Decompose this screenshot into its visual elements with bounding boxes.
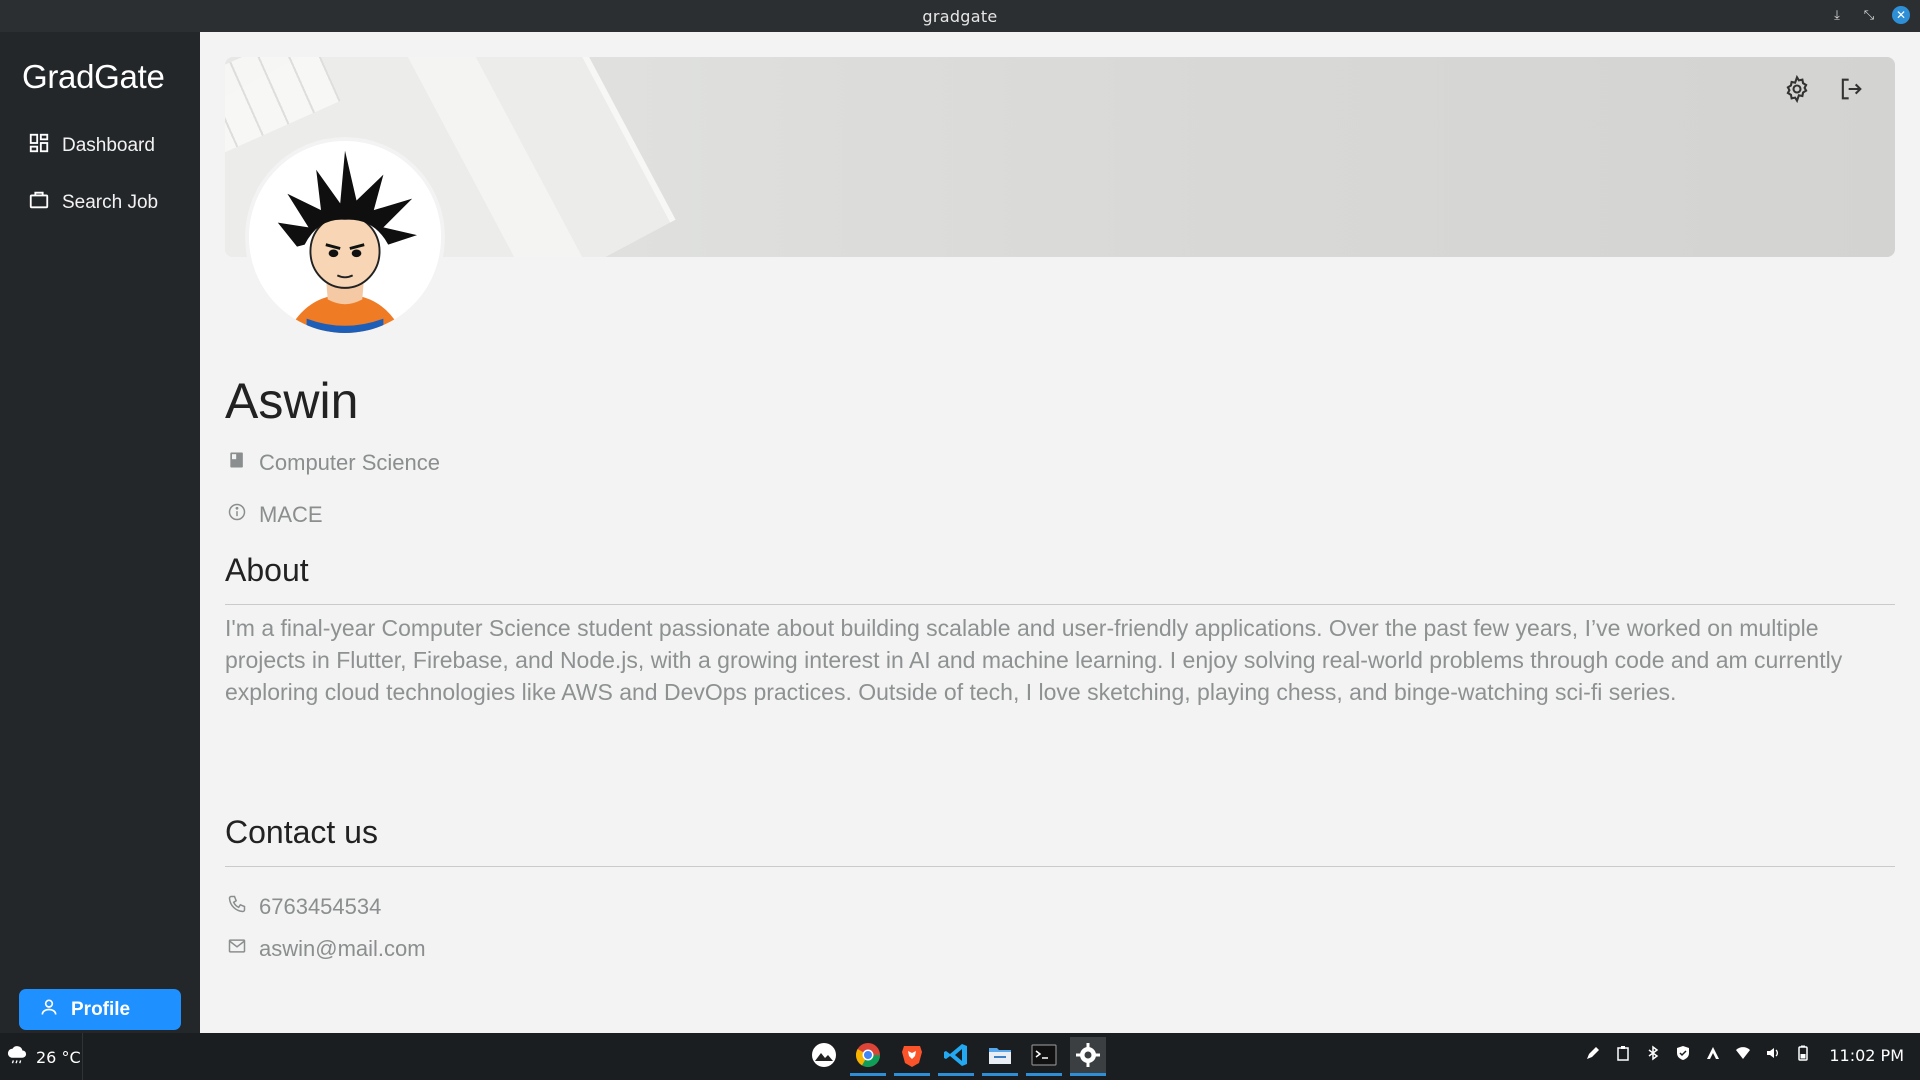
dashboard-icon xyxy=(28,132,50,160)
book-icon xyxy=(227,450,247,476)
banner-actions xyxy=(1783,74,1865,107)
phone-number: 6763454534 xyxy=(259,894,382,919)
settings-app-icon[interactable] xyxy=(1070,1037,1106,1076)
briefcase-icon xyxy=(28,189,50,217)
user-icon xyxy=(39,997,59,1023)
about-divider xyxy=(225,604,1895,605)
contact-divider xyxy=(225,866,1895,867)
shield-icon[interactable] xyxy=(1675,1045,1691,1065)
taskbar: 26 °C 11:02 PM xyxy=(0,1033,1920,1080)
cloud-rain-icon xyxy=(6,1045,28,1069)
profile-button-label: Profile xyxy=(71,998,131,1020)
minimize-icon[interactable]: ⤓ xyxy=(1828,6,1846,24)
restore-icon[interactable]: ⤡ xyxy=(1860,6,1878,24)
sidebar-item-label: Dashboard xyxy=(62,135,155,156)
weather-widget[interactable]: 26 °C xyxy=(6,1045,81,1069)
app-logo: GradGate xyxy=(22,58,165,95)
brave-icon[interactable] xyxy=(894,1037,930,1076)
files-icon[interactable] xyxy=(982,1037,1018,1076)
sidebar-item-label: Search Job xyxy=(62,192,159,213)
logout-icon[interactable] xyxy=(1837,75,1865,107)
taskbar-separator xyxy=(82,1033,83,1080)
close-icon[interactable]: ✕ xyxy=(1892,6,1910,24)
terminal-icon[interactable] xyxy=(1026,1037,1062,1076)
pen-icon[interactable] xyxy=(1585,1045,1601,1065)
about-heading: About xyxy=(225,552,309,588)
email-address: aswin@mail.com xyxy=(259,936,426,961)
profile-button[interactable]: Profile xyxy=(19,989,181,1030)
bluetooth-icon[interactable] xyxy=(1645,1045,1661,1065)
about-text: I'm a final-year Computer Science studen… xyxy=(225,615,1843,705)
department-text: Computer Science xyxy=(259,450,440,475)
system-tray: 11:02 PM xyxy=(1585,1045,1904,1065)
volume-icon[interactable] xyxy=(1765,1045,1781,1065)
phone-row: 6763454534 xyxy=(227,894,381,920)
settings-gear-icon[interactable] xyxy=(1783,74,1811,107)
wifi-icon[interactable] xyxy=(1735,1045,1751,1065)
phone-icon xyxy=(227,894,247,920)
taskbar-clock[interactable]: 11:02 PM xyxy=(1829,1046,1904,1065)
weather-temp: 26 °C xyxy=(36,1047,81,1067)
mail-icon xyxy=(227,936,247,962)
window-title: gradgate xyxy=(922,6,998,26)
contact-heading: Contact us xyxy=(225,814,378,850)
vpn-icon[interactable] xyxy=(1705,1045,1721,1065)
chrome-icon[interactable] xyxy=(850,1037,886,1076)
window-controls: ⤓ ⤡ ✕ xyxy=(1828,6,1910,24)
info-icon xyxy=(227,502,247,528)
profile-banner-image xyxy=(225,57,1895,257)
email-row: aswin@mail.com xyxy=(227,936,426,962)
profile-name: Aswin xyxy=(225,373,359,429)
sidebar-item-search-job[interactable]: Search Job xyxy=(28,189,158,217)
avatar xyxy=(245,137,445,337)
battery-icon[interactable] xyxy=(1795,1045,1811,1065)
college-row: MACE xyxy=(227,502,323,528)
taskbar-apps xyxy=(806,1037,1106,1076)
sidebar: GradGate Dashboard Search Job Profile xyxy=(0,32,200,1033)
window-titlebar: gradgate ⤓ ⤡ ✕ xyxy=(0,0,1920,32)
profile-page: Aswin Computer Science MACE About I'm a … xyxy=(200,32,1920,1033)
vscode-icon[interactable] xyxy=(938,1037,974,1076)
department-row: Computer Science xyxy=(227,450,440,476)
college-text: MACE xyxy=(259,502,323,527)
sidebar-item-dashboard[interactable]: Dashboard xyxy=(28,132,155,160)
mountain-app-icon[interactable] xyxy=(806,1037,842,1076)
clipboard-icon[interactable] xyxy=(1615,1045,1631,1065)
